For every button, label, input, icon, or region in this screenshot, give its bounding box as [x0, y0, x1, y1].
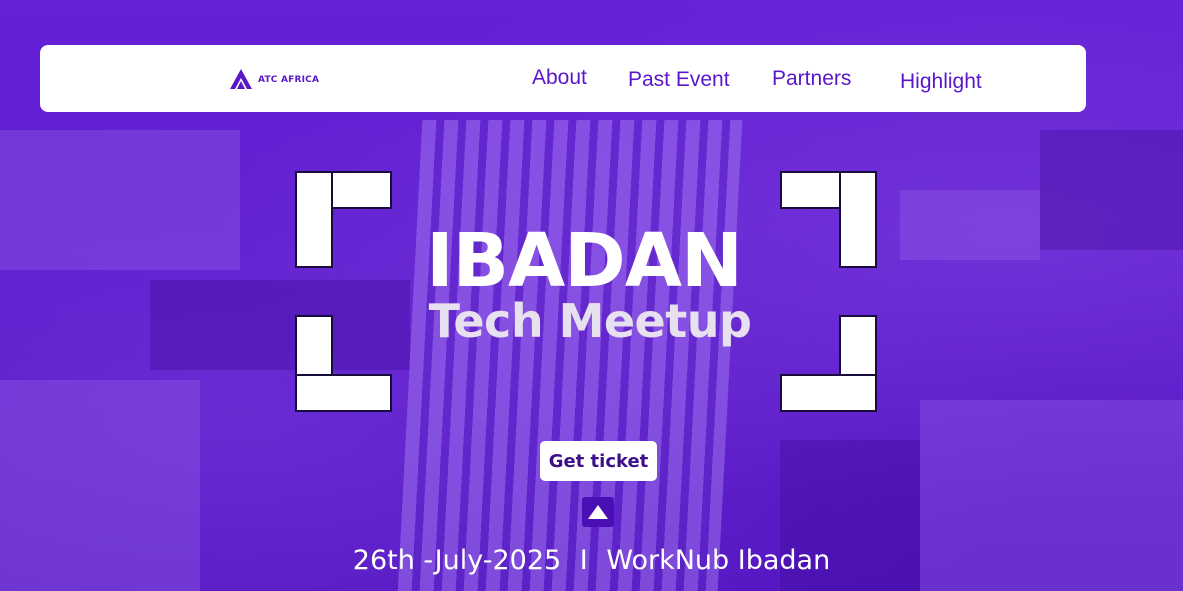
event-venue: WorkNub Ibadan — [606, 545, 831, 576]
get-ticket-button[interactable]: Get ticket — [540, 441, 657, 481]
site-logo[interactable]: ATC AFRICA — [228, 67, 319, 93]
hero-subtitle: Tech Meetup — [428, 294, 752, 348]
frame-corner-top-right — [782, 173, 875, 266]
logo-text: ATC AFRICA — [258, 75, 320, 85]
event-details: 26th -July-2025 I WorkNub Ibadan — [0, 545, 1183, 576]
nav-link-past-event[interactable]: Past Event — [628, 68, 730, 92]
frame-corner-bottom-right — [782, 317, 875, 410]
top-navbar: ATC AFRICA About Past Event Partners Hig… — [40, 45, 1086, 112]
triangle-up-icon — [588, 505, 608, 519]
hero-title: IBADAN — [426, 218, 743, 304]
scroll-up-button[interactable] — [582, 497, 614, 527]
nav-link-partners[interactable]: Partners — [772, 67, 851, 91]
event-separator: I — [579, 545, 588, 576]
event-date: 26th -July-2025 — [352, 545, 562, 576]
frame-corner-bottom-left — [297, 317, 390, 410]
nav-link-about[interactable]: About — [532, 66, 587, 90]
frame-corner-top-left — [297, 173, 390, 266]
atc-africa-logo-icon — [230, 69, 252, 89]
nav-link-highlight[interactable]: Highlight — [900, 70, 982, 94]
